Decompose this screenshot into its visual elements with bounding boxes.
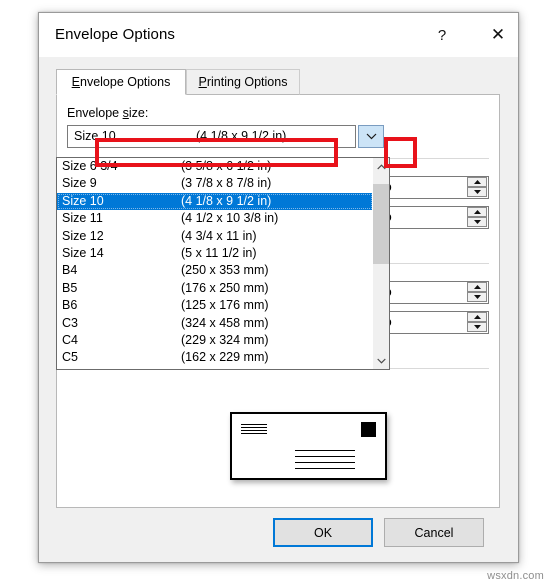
list-item-dims: (4 1/2 x 10 3/8 in) (181, 211, 279, 226)
close-icon[interactable]: ✕ (483, 21, 513, 49)
envelope-size-option-list: Size 6 3/4 (3 5/8 x 6 1/2 in) Size 9 (3 7/8… (57, 158, 373, 369)
list-item-name: B6 (62, 298, 78, 313)
tab-strip: Envelope Options Printing Options (56, 69, 500, 95)
envelope-size-dropdown-list[interactable]: Size 6 3/4 (3 5/8 x 6 1/2 in) Size 9 (3 7/8… (56, 157, 390, 370)
dropdown-scrollbar[interactable] (372, 158, 389, 369)
list-item-name: Size 9 (62, 176, 97, 191)
scroll-up-icon[interactable] (373, 158, 389, 175)
ok-button[interactable]: OK (273, 518, 373, 547)
list-item[interactable]: Size 14 (5 x 11 1/2 in) (57, 245, 373, 262)
list-item[interactable]: Size 11 (4 1/2 x 10 3/8 in) (57, 210, 373, 227)
delivery-address-line (295, 462, 355, 463)
list-item-name: Size 12 (62, 228, 104, 243)
list-item-name: C5 (62, 350, 78, 365)
delivery-address-from-left-stepper (467, 177, 487, 197)
delivery-address-line (295, 456, 355, 457)
list-item[interactable]: C5 (162 x 229 mm) (57, 349, 373, 366)
dialog-titlebar: Envelope Options ? ✕ (39, 13, 518, 57)
stepper-up-icon[interactable] (467, 177, 487, 187)
stepper-up-icon[interactable] (467, 312, 487, 322)
tab-envelope-options-label: Envelope Options (71, 75, 171, 89)
list-item[interactable]: B5 (176 x 250 mm) (57, 280, 373, 297)
stepper-down-icon[interactable] (467, 322, 487, 332)
delivery-address-line (295, 468, 355, 469)
chevron-down-icon[interactable] (358, 125, 384, 148)
return-address-line (241, 430, 267, 431)
list-item[interactable]: B4 (250 x 353 mm) (57, 262, 373, 279)
list-item-name: C3 (62, 315, 78, 330)
delivery-address-from-top-stepper (467, 207, 487, 227)
list-item-name: Size 6 3/4 (62, 159, 118, 173)
stepper-down-icon[interactable] (467, 292, 487, 302)
return-address-from-left-stepper (467, 282, 487, 302)
list-item-dims: (3 7/8 x 8 7/8 in) (181, 176, 272, 191)
list-item-dims: (4 3/4 x 11 in) (181, 228, 257, 243)
list-item[interactable]: C4 (229 x 324 mm) (57, 332, 373, 349)
list-item[interactable]: Size 9 (3 7/8 x 8 7/8 in) (57, 175, 373, 192)
return-address-line (241, 427, 267, 428)
watermark: wsxdn.com (487, 570, 544, 582)
return-address-line (241, 433, 267, 434)
tab-envelope-options[interactable]: Envelope Options (56, 69, 186, 95)
delivery-address-line (295, 450, 355, 451)
list-item-dims: (162 x 229 mm) (181, 350, 269, 365)
stepper-down-icon[interactable] (467, 217, 487, 227)
list-item-dims: (324 x 458 mm) (181, 315, 269, 330)
stepper-up-icon[interactable] (467, 207, 487, 217)
return-address-from-top-stepper (467, 312, 487, 332)
list-item-name: B4 (62, 263, 78, 278)
envelope-options-dialog: Envelope Options ? ✕ Envelope Options Pr… (38, 12, 519, 563)
list-item[interactable]: Size 12 (4 3/4 x 11 in) (57, 228, 373, 245)
envelope-size-combo[interactable]: Size 10 (4 1/8 x 9 1/2 in) (67, 125, 356, 148)
return-address-line (241, 424, 267, 425)
envelope-preview (230, 412, 387, 480)
stepper-down-icon[interactable] (467, 187, 487, 197)
scrollbar-thumb[interactable] (373, 184, 389, 264)
list-item[interactable]: B6 (125 x 176 mm) (57, 297, 373, 314)
list-item-dims: (176 x 250 mm) (181, 280, 269, 295)
dialog-title: Envelope Options (55, 26, 176, 43)
envelope-size-selected-name: Size 10 (74, 129, 116, 143)
list-item-name: Size 14 (62, 245, 104, 260)
envelope-size-label: Envelope size: (67, 106, 149, 120)
cancel-button[interactable]: Cancel (384, 518, 484, 547)
list-item-dims: (4 1/8 x 9 1/2 in) (181, 193, 272, 208)
list-item-name: Size 10 (62, 193, 104, 208)
list-item-name: Size 11 (62, 211, 103, 226)
list-item-name: C4 (62, 332, 78, 347)
tab-printing-options-label: Printing Options (198, 75, 288, 89)
dialog-footer: OK Cancel (39, 508, 518, 562)
screenshot-canvas: Envelope Options ? ✕ Envelope Options Pr… (0, 0, 551, 588)
list-item-dims: (250 x 353 mm) (181, 263, 269, 278)
group-rule (385, 263, 489, 264)
list-item[interactable]: Size 6 3/4 (3 5/8 x 6 1/2 in) (57, 158, 373, 175)
list-item-dims: (3 5/8 x 6 1/2 in) (181, 159, 272, 173)
stamp-icon (361, 422, 376, 437)
list-item[interactable]: C3 (324 x 458 mm) (57, 315, 373, 332)
stepper-up-icon[interactable] (467, 282, 487, 292)
list-item-dims: (229 x 324 mm) (181, 332, 269, 347)
group-rule (385, 158, 489, 159)
list-item-name: B5 (62, 280, 78, 295)
help-icon[interactable]: ? (427, 21, 457, 49)
list-item-dims: (125 x 176 mm) (181, 298, 269, 313)
tab-printing-options[interactable]: Printing Options (186, 69, 300, 95)
envelope-size-selected-dims: (4 1/8 x 9 1/2 in) (196, 129, 287, 143)
list-item-dims: (5 x 11 1/2 in) (181, 245, 257, 260)
group-rule (385, 368, 489, 369)
scroll-down-icon[interactable] (373, 352, 389, 369)
list-item[interactable]: Size 10 (4 1/8 x 9 1/2 in) (57, 192, 373, 211)
